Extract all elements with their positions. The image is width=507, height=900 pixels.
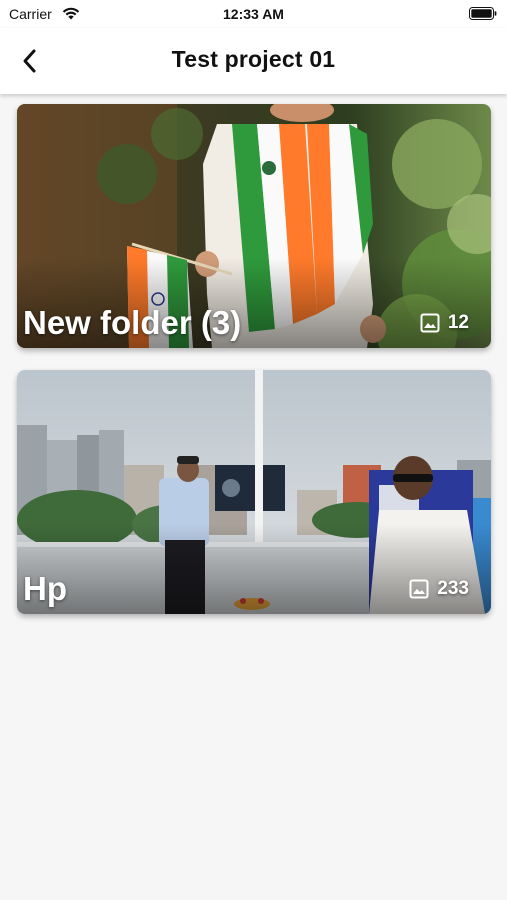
folder-card[interactable]: New folder (3) 12 xyxy=(17,104,491,348)
image-count: 233 xyxy=(437,578,469,599)
status-time: 12:33 AM xyxy=(223,6,284,22)
status-bar: Carrier 12:33 AM xyxy=(0,0,507,28)
folder-name: New folder (3) xyxy=(23,304,242,341)
folder-card[interactable]: Hp 233 xyxy=(17,370,491,614)
image-count-badge: 12 xyxy=(420,312,469,334)
battery-icon xyxy=(469,7,497,20)
image-icon xyxy=(409,579,429,599)
image-icon xyxy=(420,313,440,333)
image-count-badge: 233 xyxy=(409,578,469,600)
page-title: Test project 01 xyxy=(171,46,336,72)
card-gradient-overlay xyxy=(17,524,491,614)
folder-name: Hp xyxy=(23,570,67,607)
navigation-bar: Test project 01 xyxy=(0,28,507,94)
image-count: 12 xyxy=(447,312,469,333)
